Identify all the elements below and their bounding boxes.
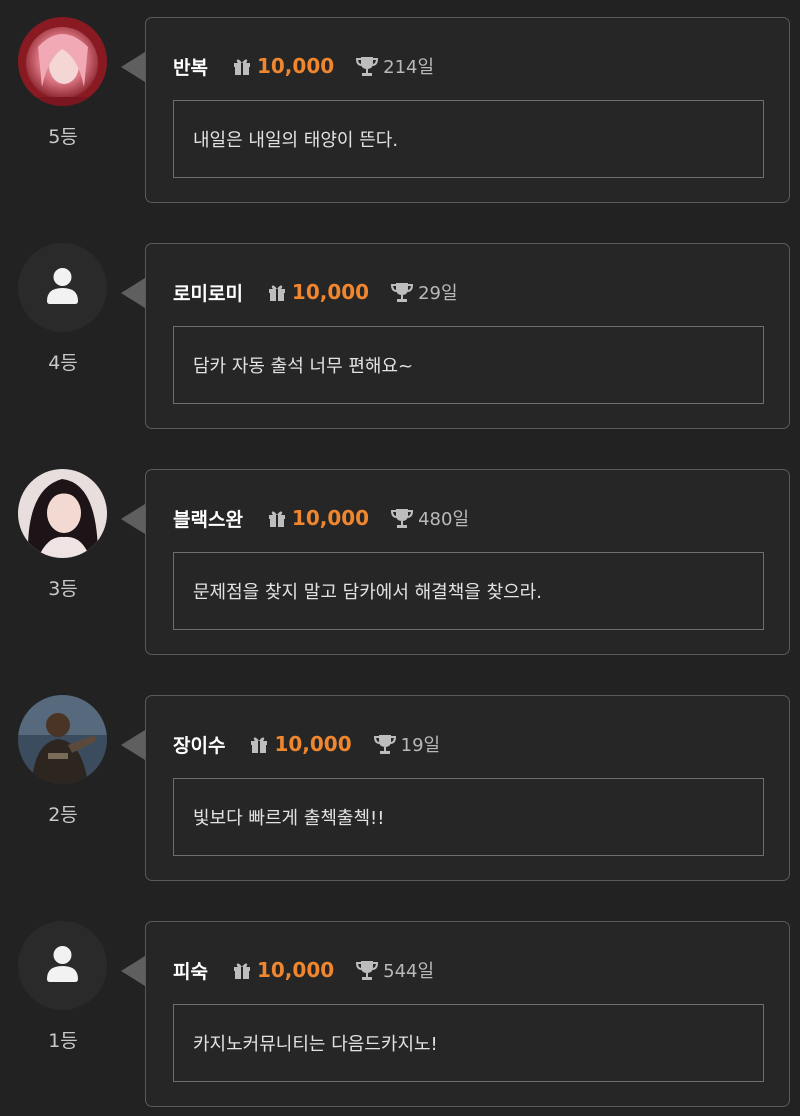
points-value: 10,000	[291, 506, 370, 530]
trophy-icon	[391, 283, 414, 302]
message-text: 담카 자동 출석 너무 편해요~	[193, 356, 414, 377]
comment-entry: 4등 로미로미 10,000 29일 담카 자동 출석 너무 편해요~	[0, 226, 800, 429]
message-box: 카지노커뮤니티는 다음드카지노!	[173, 1004, 764, 1082]
rank-label: 1등	[48, 1030, 78, 1052]
message-text: 문제점을 찾지 말고 담카에서 해결책을 찾으라.	[193, 582, 542, 603]
comment-entry: 5등 반복 10,000 214일 내일은 내일의 태양이 뜬다.	[0, 0, 800, 203]
message-box: 내일은 내일의 태양이 뜬다.	[173, 100, 764, 178]
attendance-days: 29일	[418, 283, 458, 304]
comment-meta: 피숙 10,000 544일	[173, 955, 434, 985]
comment-meta: 반복 10,000 214일	[173, 51, 434, 81]
attendance-days: 480일	[418, 509, 470, 530]
trophy-icon	[373, 735, 396, 754]
comment-card: 장이수 10,000 19일 빛보다 빠르게 출첵출첵!!	[145, 695, 790, 881]
gift-icon	[233, 963, 250, 979]
user-name[interactable]: 장이수	[173, 731, 225, 758]
points-value: 10,000	[291, 280, 370, 304]
comment-card: 로미로미 10,000 29일 담카 자동 출석 너무 편해요~	[145, 243, 790, 429]
attendance-days: 19일	[400, 735, 441, 756]
rank-label: 5등	[48, 126, 78, 148]
trophy-icon	[356, 961, 379, 980]
avatar-photo-icon	[18, 17, 107, 106]
default-user-icon	[18, 921, 107, 1010]
default-user-icon	[18, 243, 107, 332]
comment-entry: 1등 피숙 10,000 544일 카지노커뮤니티는 다음드카지노!	[0, 904, 800, 1107]
comment-entry: 2등 장이수 10,000 19일 빛보다 빠르게 출첵출첵!!	[0, 678, 800, 881]
avatar[interactable]	[18, 469, 107, 558]
gift-icon	[251, 737, 268, 753]
points-value: 10,000	[256, 54, 335, 78]
comment-meta: 블랙스완 10,000 480일	[173, 503, 469, 533]
speech-pointer	[121, 52, 145, 82]
attendance-days: 544일	[383, 961, 435, 982]
gift-icon	[268, 285, 285, 301]
message-box: 문제점을 찾지 말고 담카에서 해결책을 찾으라.	[173, 552, 764, 630]
speech-pointer	[121, 278, 145, 308]
rank-label: 4등	[48, 352, 78, 374]
gift-icon	[233, 59, 250, 75]
avatar[interactable]	[18, 695, 107, 784]
trophy-icon	[391, 509, 414, 528]
points-value: 10,000	[274, 732, 352, 756]
message-text: 카지노커뮤니티는 다음드카지노!	[193, 1034, 438, 1055]
message-text: 내일은 내일의 태양이 뜬다.	[193, 130, 399, 151]
avatar-photo-icon	[18, 695, 107, 784]
comment-card: 반복 10,000 214일 내일은 내일의 태양이 뜬다.	[145, 17, 790, 203]
comment-card: 블랙스완 10,000 480일 문제점을 찾지 말고 담카에서 해결책을 찾으…	[145, 469, 790, 655]
speech-pointer	[121, 730, 145, 760]
rank-label: 3등	[48, 578, 78, 600]
speech-pointer	[121, 504, 145, 534]
user-name[interactable]: 로미로미	[173, 279, 243, 306]
attendance-days: 214일	[383, 57, 435, 78]
rank-label: 2등	[48, 804, 78, 826]
avatar[interactable]	[18, 17, 107, 106]
avatar[interactable]	[18, 243, 107, 332]
message-box: 빛보다 빠르게 출첵출첵!!	[173, 778, 764, 856]
message-box: 담카 자동 출석 너무 편해요~	[173, 326, 764, 404]
trophy-icon	[356, 57, 379, 76]
comment-card: 피숙 10,000 544일 카지노커뮤니티는 다음드카지노!	[145, 921, 790, 1107]
user-name[interactable]: 블랙스완	[173, 505, 243, 532]
avatar[interactable]	[18, 921, 107, 1010]
comment-entry: 3등 블랙스완 10,000 480일 문제점을 찾지 말고 담카에서 해결책을…	[0, 452, 800, 655]
points-value: 10,000	[256, 958, 335, 982]
comment-meta: 로미로미 10,000 29일	[173, 277, 458, 307]
speech-pointer	[121, 956, 145, 986]
avatar-photo-icon	[18, 469, 107, 558]
gift-icon	[268, 511, 285, 527]
user-name[interactable]: 피숙	[173, 957, 208, 984]
user-name[interactable]: 반복	[173, 53, 208, 80]
comment-meta: 장이수 10,000 19일	[173, 729, 440, 759]
message-text: 빛보다 빠르게 출첵출첵!!	[193, 808, 385, 829]
